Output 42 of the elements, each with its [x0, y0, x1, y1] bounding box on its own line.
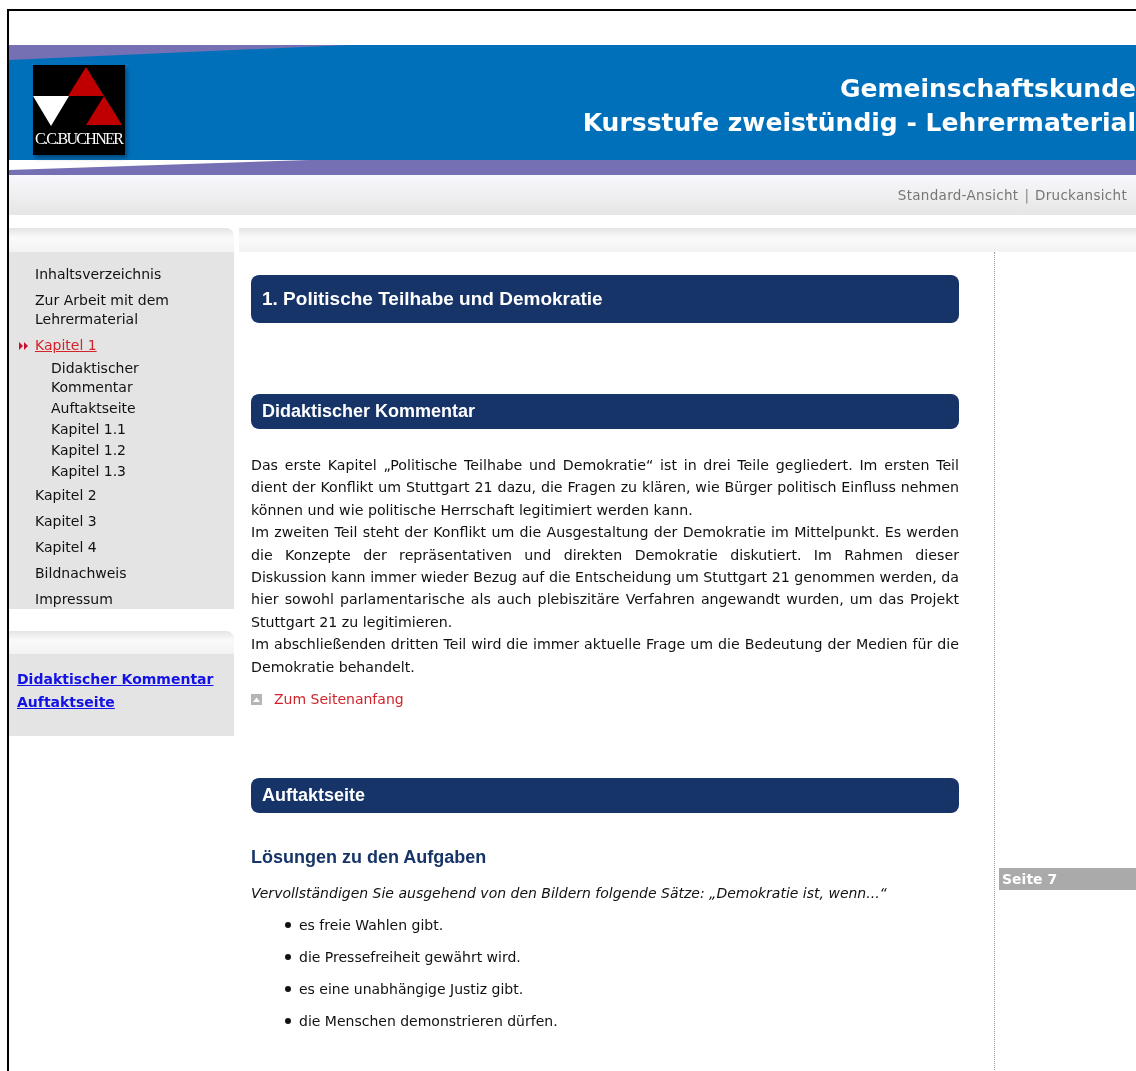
publisher-logo[interactable]: C.C.BUCHNER: [33, 65, 125, 155]
bullet-icon: [285, 954, 291, 961]
triangles-icon: [33, 65, 125, 127]
chapter-heading: 1. Politische Teilhabe und Demokratie: [251, 275, 959, 323]
page-label: Seite 7: [999, 868, 1136, 890]
section-heading: Didaktischer Kommentar: [251, 394, 959, 429]
nav-link[interactable]: Impressum: [35, 587, 185, 613]
nav-link[interactable]: Kapitel 1.3: [35, 462, 161, 483]
bullet-icon: [285, 922, 291, 929]
view-link[interactable]: Druckansicht: [1035, 187, 1127, 203]
site-title: Gemeinschaftskunde: [839, 73, 1136, 105]
subheading: Lösungen zu den Aufgaben: [251, 847, 488, 869]
nav-link[interactable]: Kapitel 2: [35, 483, 185, 509]
logo-text: C.C.BUCHNER: [35, 129, 123, 149]
nav-link[interactable]: Kapitel 3: [35, 509, 185, 535]
nav-link[interactable]: Kapitel 1: [35, 333, 185, 359]
paragraph: Im zweiten Teil steht der Konflikt um die Ausgestaltung der Demokratie im Mittelpunkt. Es werden die Konzepte der repräsentativen und direkten Demokratie diskutiert. Im Rahmen dieser Diskussion kann immer wieder Bezug auf die Entscheidung um Stuttgart 21 genommen werden, da hier sowohl parlamentarische als auch plebiszitäre Verfahren angewandt wurden, um das Projekt Stuttgart 21 zu legitimieren.: [251, 523, 959, 632]
site-title: Kursstufe zweistündig - Lehrermaterial: [582, 107, 1136, 139]
view-link[interactable]: Standard-Ansicht: [897, 187, 1019, 203]
bullet-icon: [285, 1018, 291, 1025]
list-item-text: die Menschen demonstrieren dürfen.: [299, 1012, 558, 1032]
nav-link[interactable]: Didaktischer Kommentar: [35, 359, 161, 399]
bullet-icon: [285, 986, 291, 993]
quick-link[interactable]: Auftaktseite: [17, 694, 115, 710]
quick-link[interactable]: Didaktischer Kommentar: [17, 671, 214, 687]
section-heading: Auftaktseite: [251, 778, 959, 814]
instruction-text: Vervollständigen Sie ausgehend von den Bildern folgende Sätze: „Demokratie ist, wenn...“: [251, 885, 888, 902]
back-to-top-link[interactable]: Zum Seitenanfang: [274, 691, 404, 708]
paragraph: Das erste Kapitel „Politische Teilhabe und Demokratie“ ist in drei Teile gegliedert. Im ersten Teil dient der Konflikt um Stuttgart 21 dazu, die Fragen zu klären, wie Bürger politisch Einfluss nehmen können und wie politische Herrschaft legitimiert werden kann.: [251, 456, 959, 520]
nav-link[interactable]: Kapitel 1.1: [35, 420, 161, 441]
separator: |: [1024, 187, 1029, 203]
list-item-text: es freie Wahlen gibt.: [299, 916, 444, 936]
double-chevron-icon: [19, 342, 29, 350]
nav-link[interactable]: Kapitel 1.2: [35, 441, 161, 462]
nav-link[interactable]: Kapitel 4: [35, 535, 185, 561]
nav-link[interactable]: Auftaktseite: [35, 399, 161, 420]
list-item-text: die Pressefreiheit gewährt wird.: [299, 948, 521, 968]
nav-link[interactable]: Zur Arbeit mit dem Lehrermaterial: [35, 288, 185, 333]
paragraph: Im abschließenden dritten Teil wird die immer aktuelle Frage um die Bedeutung der Medien für die Demokratie behandelt.: [251, 635, 959, 677]
nav-link[interactable]: Bildnachweis: [35, 561, 185, 587]
nav-link[interactable]: Inhaltsverzeichnis: [35, 262, 185, 288]
list-item-text: es eine unabhängige Justiz gibt.: [299, 980, 524, 1000]
